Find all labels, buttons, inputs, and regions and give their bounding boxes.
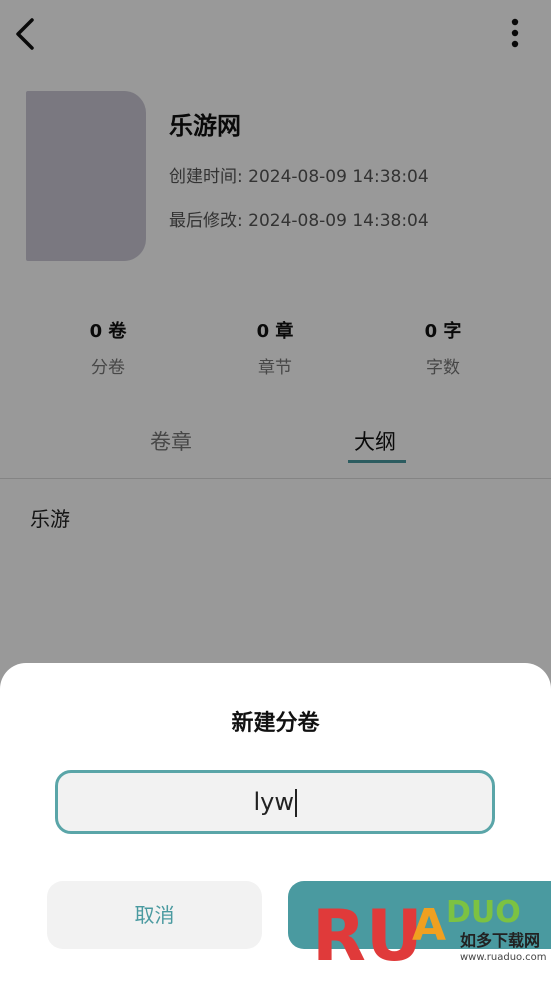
watermark-duo: DUO	[446, 895, 521, 930]
volume-name-input[interactable]: lyw	[55, 770, 495, 834]
watermark-url: www.ruaduo.com	[460, 952, 547, 963]
dialog-title: 新建分卷	[231, 711, 320, 736]
watermark-site-cn: 如多下载网	[460, 931, 540, 950]
watermark-logo: RU A DUO 如多下载网 www.ruaduo.com	[308, 880, 551, 981]
text-caret	[295, 789, 297, 817]
cancel-button[interactable]: 取消	[47, 881, 262, 949]
watermark-r: RU	[312, 895, 423, 977]
watermark-a: A	[412, 900, 446, 951]
volume-name-value: lyw	[253, 788, 295, 816]
